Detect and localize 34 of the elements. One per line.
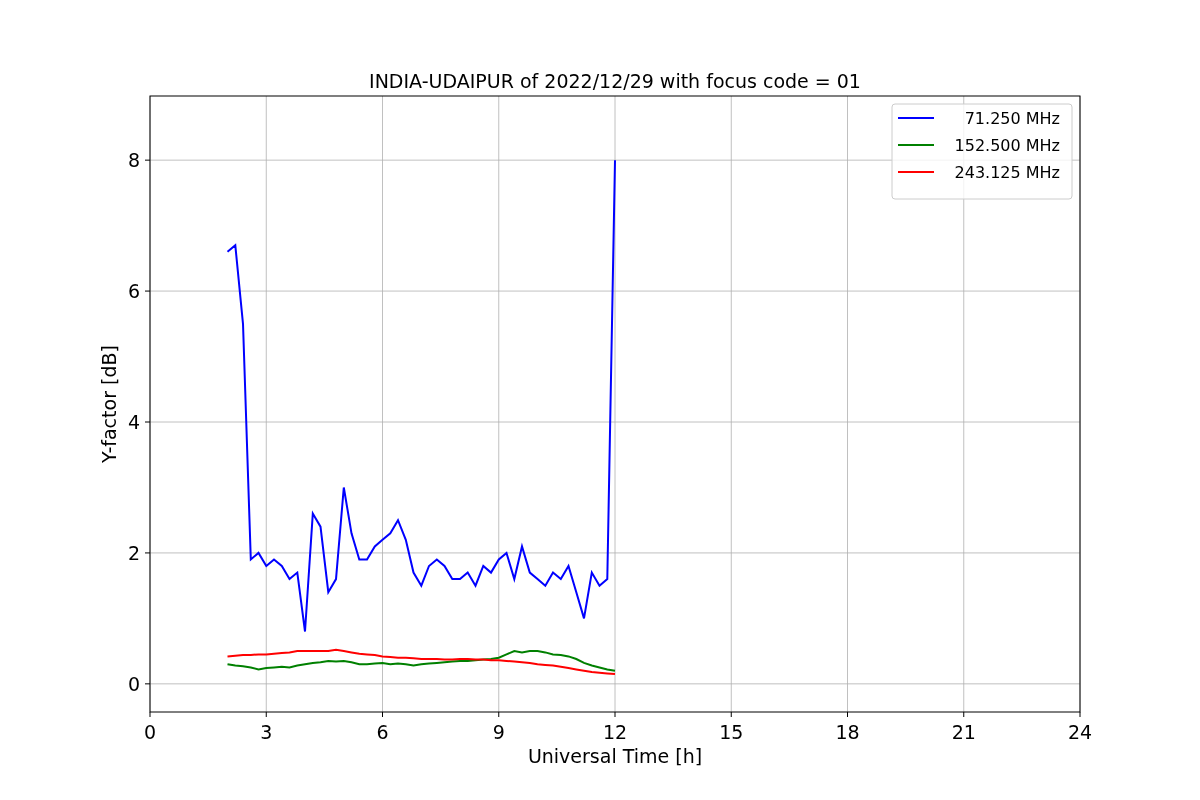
tick-mark	[144, 552, 151, 554]
x-tick-label: 18	[835, 721, 860, 743]
x-tick-label: 0	[143, 721, 157, 743]
tick-mark	[614, 711, 616, 718]
tick-mark	[1079, 711, 1081, 718]
y-axis-label: Y-factor [dB]	[98, 345, 120, 463]
y-tick-label: 2	[127, 541, 140, 564]
x-tick-label: 12	[602, 721, 628, 743]
tick-mark	[265, 711, 267, 718]
x-tick-label: 3	[260, 721, 273, 743]
legend-label: 71.250 MHz	[964, 109, 1060, 128]
y-tick-label: 4	[127, 411, 140, 433]
tick-mark	[144, 683, 151, 685]
tick-mark	[144, 290, 151, 292]
x-tick-label: 21	[951, 721, 976, 743]
tick-mark	[498, 711, 500, 718]
tick-mark	[149, 711, 151, 718]
legend-label: 243.125 MHz	[954, 163, 1060, 182]
tick-mark	[963, 711, 965, 718]
tick-mark	[847, 711, 848, 718]
tick-mark	[382, 711, 383, 718]
y-tick-label: 6	[127, 280, 140, 303]
x-axis-label: Universal Time [h]	[527, 745, 703, 767]
tick-mark	[144, 421, 151, 423]
tick-mark	[730, 711, 732, 718]
tick-mark	[144, 159, 151, 161]
y-tick-label: 0	[127, 672, 140, 695]
y-tick-label: 8	[127, 149, 140, 172]
x-tick-label: 24	[1067, 721, 1093, 743]
chart-title: INDIA-UDAIPUR of 2022/12/29 with focus code = 01	[369, 70, 861, 92]
x-tick-label: 6	[376, 721, 389, 743]
x-tick-label: 15	[719, 721, 744, 743]
x-tick-label: 9	[492, 721, 505, 743]
legend-label: 152.500 MHz	[954, 136, 1060, 155]
